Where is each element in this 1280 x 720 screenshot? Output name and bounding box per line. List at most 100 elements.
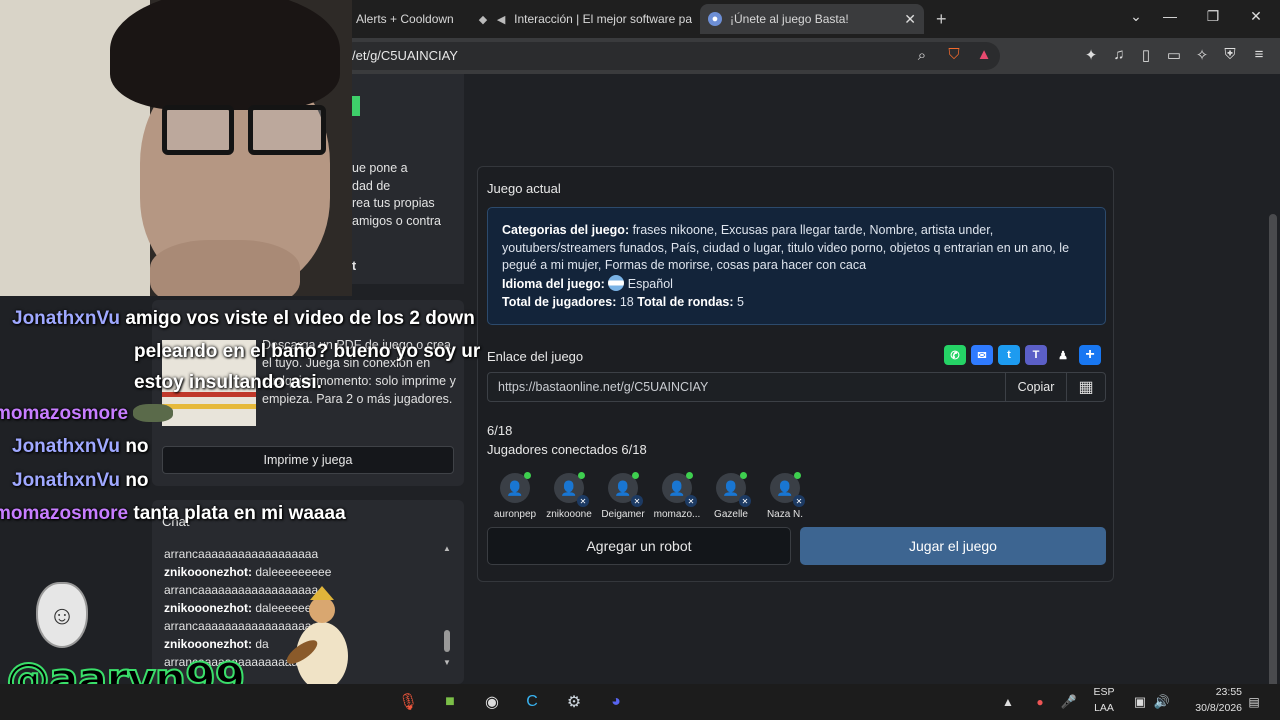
chat-scroll-thumb[interactable] [444,630,450,652]
page-scrollbar[interactable] [1266,74,1280,720]
chat-line: arrancaaaaaaaaaaaaaaaaaa [164,547,319,561]
player-item: 👤 ✕ Naza N. [756,472,814,520]
scroll-up-icon[interactable]: ▲ [443,544,451,553]
play-game-button[interactable]: Jugar el juego [800,527,1106,565]
sidebar-icon[interactable]: ▯ [1136,46,1156,64]
messenger-icon[interactable]: ✉ [971,345,993,365]
url-text: /et/g/C5UAINCIAY [352,48,458,63]
leo-icon[interactable]: ✧ [1192,46,1212,64]
discord-icon[interactable]: ◕ [604,691,628,713]
kick-icon[interactable]: ✕ [793,495,805,507]
totals-row: Total de jugadores: 18 Total de rondas: … [502,294,744,309]
qr-code-icon[interactable]: ▦ [1066,372,1106,402]
wallet-icon[interactable]: ▭ [1164,46,1184,64]
avatar: 👤 ✕ [716,472,751,507]
print-and-play-button[interactable]: Imprime y juega [162,446,454,474]
copy-link-button[interactable]: Copiar [1005,372,1067,402]
hero-card: ue pone a dad de rea tus propias amigos … [340,74,464,284]
zoom-icon[interactable]: ⌕ [912,47,932,64]
player-name: znikooone [546,509,592,520]
tab-basta[interactable]: ● ¡Únete al juego Basta! ✕ [700,4,924,34]
restore-button[interactable]: ❐ [1203,8,1223,25]
webcam-overlay [0,0,352,296]
streamer-hand [150,240,300,296]
kick-icon[interactable]: ✕ [739,495,751,507]
stream-chat-message: JonathxnVu no [12,470,149,491]
online-dot [686,472,693,479]
stream-chat-message: JonathxnVu amigo vos viste el video de l… [12,308,475,329]
hero-text-line: amigos o contra [352,214,441,228]
stream-chat-message: momazosmore [0,403,174,425]
online-dot [794,472,801,479]
network-icon[interactable]: ▣ [1128,691,1152,713]
current-game-card: Juego actual Categorias del juego: frase… [477,166,1114,582]
minimize-button[interactable]: — [1160,8,1180,24]
teams-icon[interactable]: T [1025,345,1047,365]
browser-taskbar-icon[interactable]: C [520,691,544,713]
game-info-box: Categorias del juego: frases nikoone, Ex… [487,207,1106,325]
minecraft-icon[interactable]: ■ [438,691,462,713]
window-close-button[interactable]: ✕ [1246,8,1266,25]
microphone-icon[interactable]: 🎙 [396,691,420,713]
tab-alerts[interactable]: Alerts + Cooldown [356,6,462,32]
online-dot [524,472,531,479]
player-item: 👤 auronpep [486,472,544,520]
scroll-down-icon[interactable]: ▼ [443,658,451,667]
argentina-flag-icon [608,275,625,292]
whatsapp-icon[interactable]: ✆ [944,345,966,365]
input-language[interactable]: ESP LAA [1088,686,1120,715]
rewards-icon[interactable]: ▲ [974,46,994,63]
share-more-icon[interactable]: + [1079,345,1101,365]
avatar: 👤 ✕ [554,472,589,507]
player-item: 👤 ✕ Gazelle [702,472,760,520]
tab-interaccion[interactable]: ◆ ◀ Interacción | El mejor software pa [478,6,692,32]
stream-chat-message: estoy insultando asi. [134,372,322,393]
snapchat-icon[interactable]: ♟ [1052,345,1074,365]
add-robot-button[interactable]: Agregar un robot [487,527,791,565]
tab-alerts-label: Alerts + Cooldown [356,12,454,26]
game-link-field[interactable]: https://bastaonline.net/g/C5UAINCIAY [487,372,1006,402]
player-name: Gazelle [714,509,748,520]
kick-icon[interactable]: ✕ [577,495,589,507]
avatar: 👤 [500,472,531,503]
game-link-label: Enlace del juego [487,349,584,364]
menu-icon[interactable]: ≡ [1249,46,1269,63]
vpn-icon[interactable]: ⛨ [1220,46,1240,63]
obs-icon[interactable]: ◉ [480,691,504,713]
language-row: Idioma del juego: Español [502,275,673,292]
player-name: momazo... [653,509,701,520]
brave-shield-icon[interactable]: ⛉ [944,46,964,63]
tray-chevron-icon[interactable]: ▲ [996,691,1020,713]
extensions-icon[interactable]: ✦ [1081,46,1101,64]
avatar: 👤 ✕ [608,472,643,507]
tab-interaccion-label: Interacción | El mejor software pa [514,12,692,26]
avatar: 👤 ✕ [662,472,697,507]
kick-icon[interactable]: ✕ [631,495,643,507]
new-tab-button[interactable]: + [936,9,947,30]
stream-chat-message: JonathxnVu no [12,436,149,457]
online-dot [578,472,585,479]
tab-search-icon[interactable]: ⌄ [1126,8,1146,25]
glasses-lens [162,105,234,155]
taskbar: 🎙 ■ ◉ C ⚙ ◕ ▲ ● 🎤 ESP LAA ▣ 🔊 23:55 30/8… [0,684,1280,720]
tab-basta-label: ¡Únete al juego Basta! [730,12,849,26]
chat-line: znikooonezhot: da [164,637,269,651]
hero-button[interactable]: t [352,258,356,276]
tray-mic-icon[interactable]: 🎤 [1057,691,1081,713]
glasses-lens [248,105,326,155]
address-bar[interactable]: /et/g/C5UAINCIAY ⌕ ⛉ ▲ [340,42,1000,70]
tray-app-icon[interactable]: ● [1028,691,1052,713]
twitter-icon[interactable]: t [998,345,1020,365]
date-text: 30/8/2026 [1195,702,1242,714]
page-scroll-thumb[interactable] [1269,214,1277,720]
chat-scrollbar[interactable]: ▲ ▼ [442,544,452,668]
steam-icon[interactable]: ⚙ [562,691,586,713]
volume-icon[interactable]: 🔊 [1150,691,1174,713]
media-icon[interactable]: ♫ [1109,46,1129,63]
close-tab-icon[interactable]: ✕ [904,11,916,28]
clock[interactable]: 23:55 30/8/2026 [1180,686,1242,715]
kick-icon[interactable]: ✕ [685,495,697,507]
diamond-icon: ◆ [478,13,488,26]
notification-icon[interactable]: ▤ [1242,691,1266,713]
player-item: 👤 ✕ Deigamer [594,472,652,520]
